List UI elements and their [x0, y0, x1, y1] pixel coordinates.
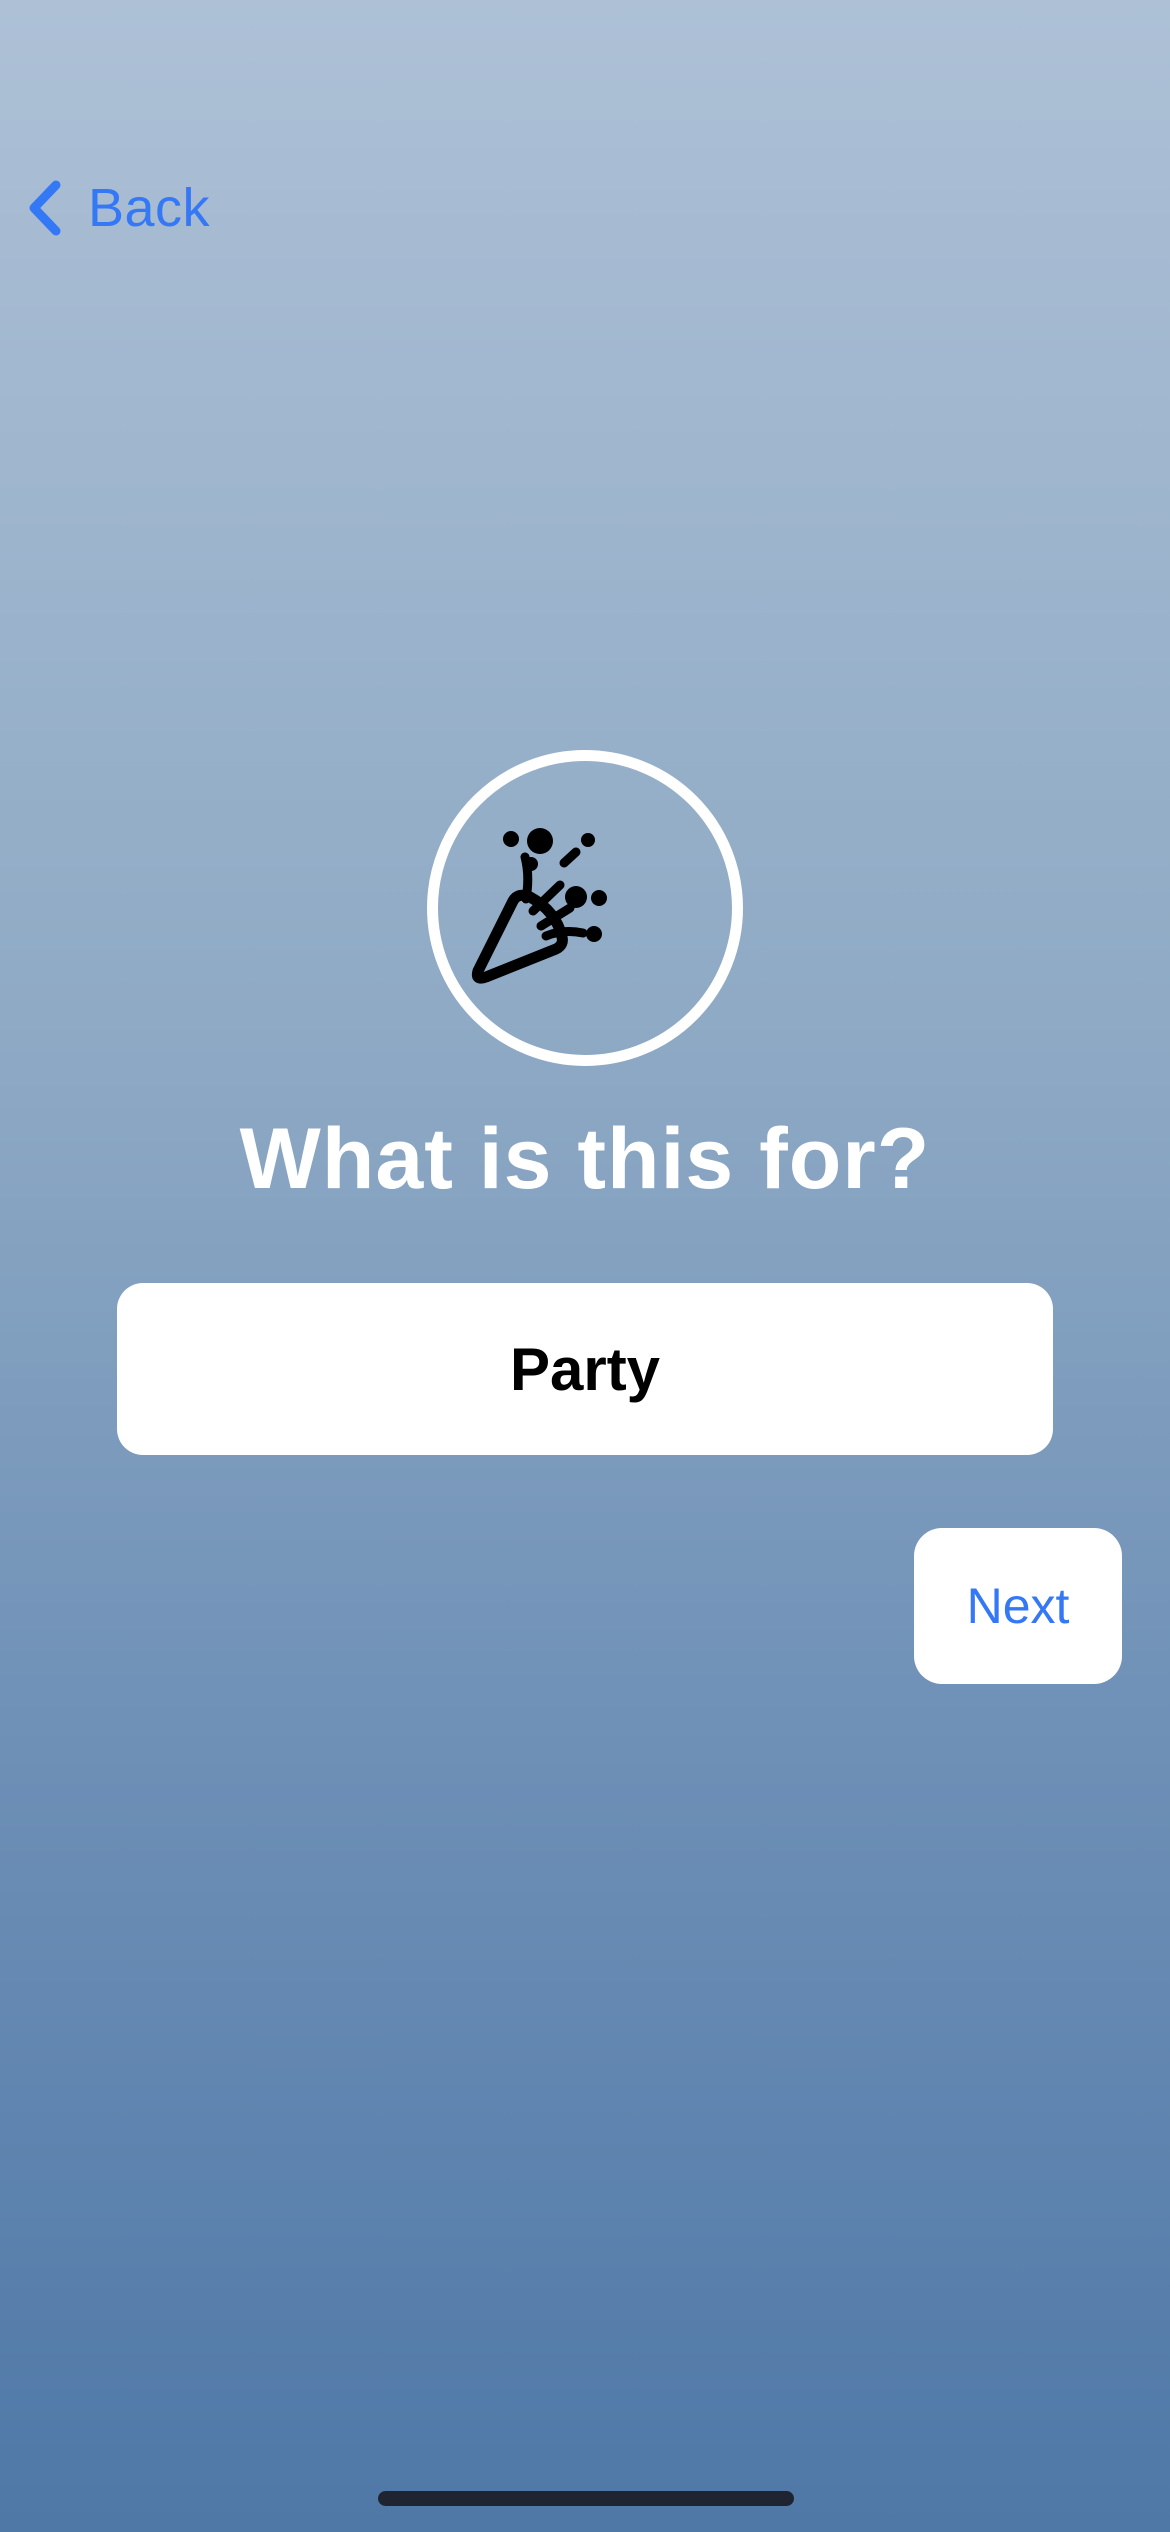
next-button-label: Next: [966, 1578, 1070, 1634]
choice-party[interactable]: Party: [117, 1283, 1053, 1455]
home-indicator[interactable]: [378, 2491, 794, 2506]
next-button[interactable]: Next: [914, 1528, 1122, 1684]
party-popper-icon-badge: [427, 750, 743, 1066]
back-label: Back: [88, 177, 211, 238]
choice-party-label: Party: [509, 1335, 661, 1403]
back-button[interactable]: Back: [24, 170, 210, 245]
party-popper-icon: [471, 828, 607, 984]
chevron-left-icon: [24, 177, 66, 239]
page-title: What is this for?: [239, 1111, 931, 1207]
